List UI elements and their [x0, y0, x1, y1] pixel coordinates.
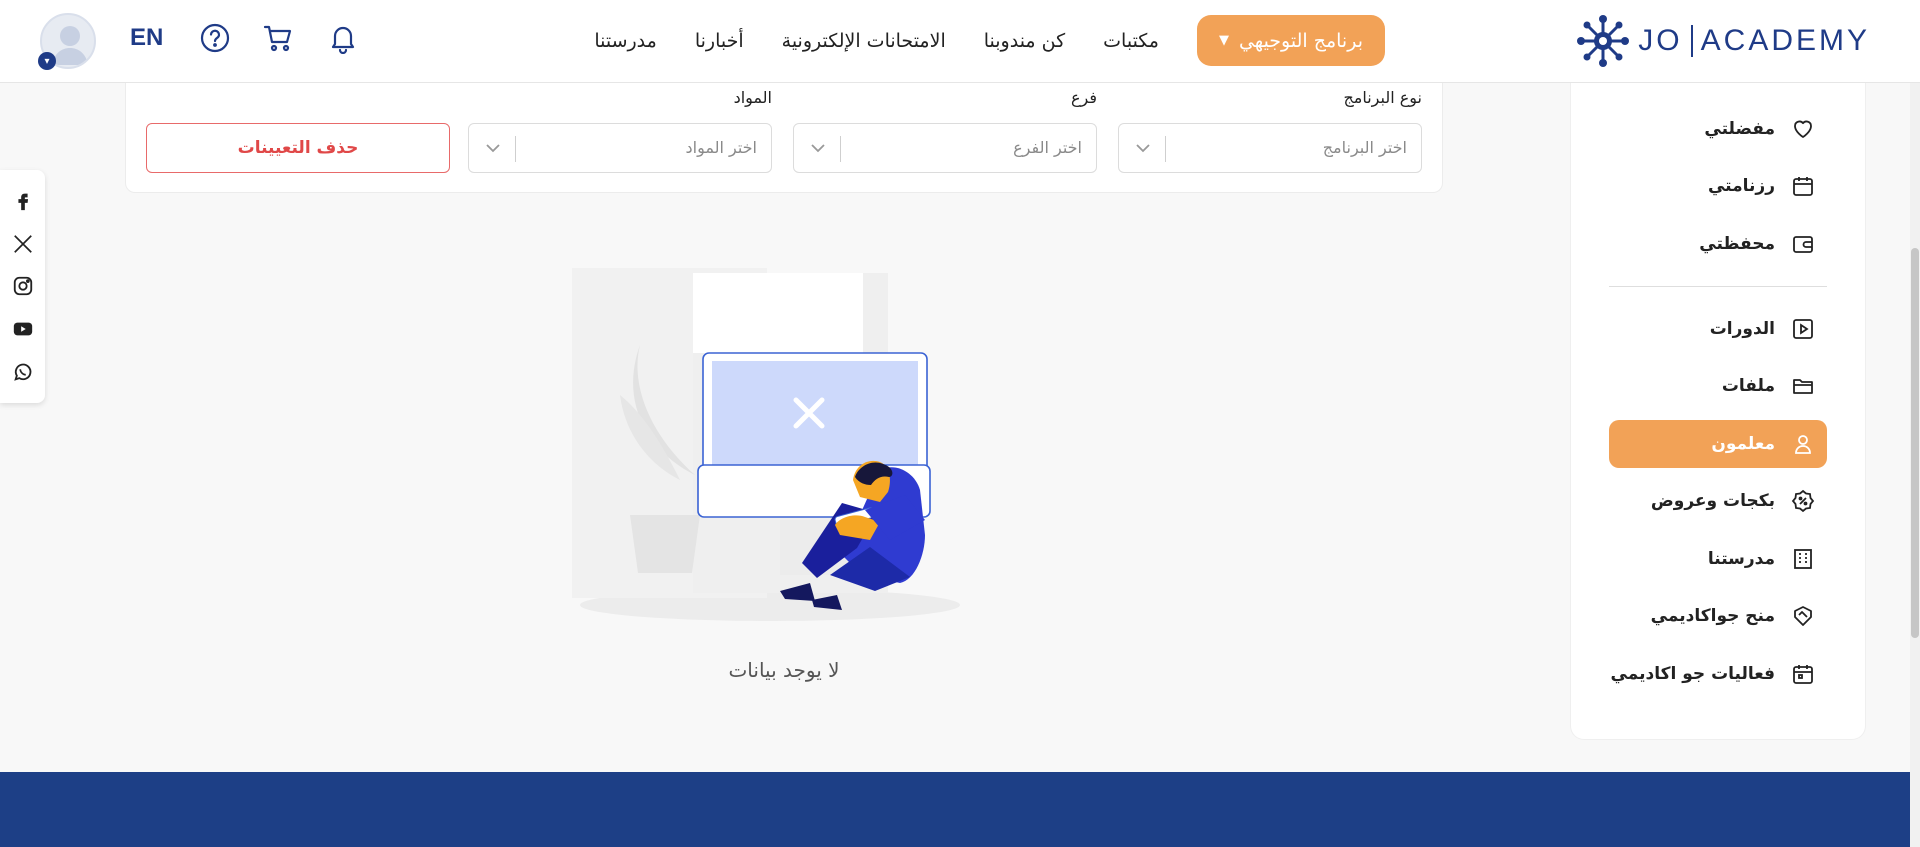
social-links-bar [0, 170, 45, 403]
sidebar-item-label: منح جواكاديمي [1650, 606, 1775, 626]
facebook-icon[interactable] [12, 190, 34, 212]
sidebar-item-calendar[interactable]: رزنامتي [1609, 162, 1827, 210]
event-calendar-icon [1793, 665, 1813, 684]
nav-be-rep[interactable]: كن مندوبنا [984, 30, 1065, 52]
nav-exams[interactable]: الامتحانات الإلكترونية [782, 30, 946, 52]
program-placeholder: اختر البرنامج [1322, 138, 1407, 157]
sidebar-item-teachers[interactable]: معلمون [1609, 420, 1827, 468]
branch-select[interactable]: اختر الفرع [793, 123, 1097, 173]
jo-academy-logo[interactable]: JO ACADEMY [1576, 14, 1870, 68]
sidebar-item-our-school[interactable]: مدرستنا [1609, 535, 1827, 583]
sidebar-item-courses[interactable]: الدورات [1609, 305, 1827, 353]
program-button-label: برنامج التوجيهي [1238, 29, 1363, 52]
sidebar-item-label: معلمون [1711, 434, 1775, 454]
instagram-icon[interactable] [12, 275, 34, 297]
sidebar-item-label: مفضلتي [1704, 119, 1775, 139]
whatsapp-icon[interactable] [12, 361, 34, 383]
branch-placeholder: اختر الفرع [1013, 138, 1082, 157]
sidebar-item-wallet[interactable]: محفظتي [1609, 220, 1827, 268]
wallet-icon [1793, 236, 1813, 253]
sidebar-item-favorites[interactable]: مفضلتي [1609, 105, 1827, 153]
chevron-down-icon [1136, 144, 1150, 153]
youtube-icon[interactable] [12, 318, 34, 340]
sidebar-item-label: بكجات وعروض [1650, 491, 1775, 511]
handshake-icon [1794, 606, 1812, 626]
teacher-icon [1795, 435, 1811, 454]
subjects-select[interactable]: اختر المواد [468, 123, 772, 173]
subjects-placeholder: اختر المواد [685, 138, 757, 157]
program-type-label: نوع البرنامج [1343, 88, 1422, 107]
sidebar-item-packages[interactable]: بكجات وعروض [1609, 477, 1827, 525]
cart-icon[interactable] [262, 20, 294, 56]
sidebar-item-label: محفظتي [1699, 234, 1775, 254]
discount-badge-icon [1791, 489, 1815, 513]
heart-icon [1794, 120, 1812, 138]
language-switch[interactable]: EN [130, 24, 163, 52]
top-header: JO ACADEMY مدرستنا أخبارنا الامتحانات ال… [0, 0, 1920, 83]
caret-down-icon: ▼ [1218, 33, 1229, 48]
filters-card: نوع البرنامج اختر البرنامج فرع اختر الفر… [125, 70, 1443, 193]
clear-filters-button[interactable]: حذف التعيينات [146, 123, 450, 173]
folder-icon [1793, 379, 1813, 394]
subjects-label: المواد [733, 88, 772, 107]
nav-news[interactable]: أخبارنا [695, 30, 744, 52]
chevron-down-icon [486, 144, 500, 153]
nav-our-school[interactable]: مدرستنا [594, 30, 657, 52]
program-select[interactable]: اختر البرنامج [1118, 123, 1422, 173]
branch-label: فرع [1070, 88, 1097, 107]
help-icon[interactable] [199, 20, 231, 56]
logo-word-jo: JO [1638, 24, 1683, 57]
play-square-icon [1793, 319, 1813, 339]
chevron-down-icon [811, 144, 825, 153]
main-nav: مدرستنا أخبارنا الامتحانات الإلكترونية ك… [594, 15, 1385, 66]
sidebar-divider [1609, 286, 1827, 287]
avatar-menu-caret-icon[interactable]: ▾ [38, 52, 56, 70]
nav-libraries[interactable]: مكتبات [1103, 30, 1159, 52]
logo-mark-icon [1577, 15, 1630, 67]
scrollbar-thumb[interactable] [1911, 248, 1919, 638]
sidebar-item-files[interactable]: ملفات [1609, 362, 1827, 410]
sidebar-item-label: الدورات [1709, 319, 1775, 339]
footer [0, 772, 1910, 847]
x-icon[interactable] [12, 233, 34, 255]
program-dropdown-button[interactable]: برنامج التوجيهي ▼ [1196, 15, 1385, 66]
sidebar-item-label: رزنامتي [1707, 176, 1775, 196]
sidebar: مفضلتي رزنامتي محفظتي الدورات ملفات معلم… [1570, 70, 1866, 740]
sidebar-item-label: فعاليات جو اكاديمي [1610, 664, 1775, 684]
empty-state-illustration [572, 268, 960, 621]
bell-icon[interactable] [327, 20, 359, 56]
logo-text: JO ACADEMY [1638, 24, 1870, 58]
calendar-icon [1793, 177, 1813, 196]
scrollbar-track[interactable] [1910, 83, 1920, 847]
sidebar-item-events[interactable]: فعاليات جو اكاديمي [1609, 650, 1827, 698]
logo-word-academy: ACADEMY [1700, 24, 1870, 57]
sidebar-item-scholarships[interactable]: منح جواكاديمي [1609, 592, 1827, 640]
building-icon [1794, 549, 1812, 569]
empty-state-message: لا يوجد بيانات [728, 658, 840, 682]
sidebar-item-label: مدرستنا [1707, 549, 1775, 569]
sidebar-item-label: ملفات [1721, 376, 1775, 396]
